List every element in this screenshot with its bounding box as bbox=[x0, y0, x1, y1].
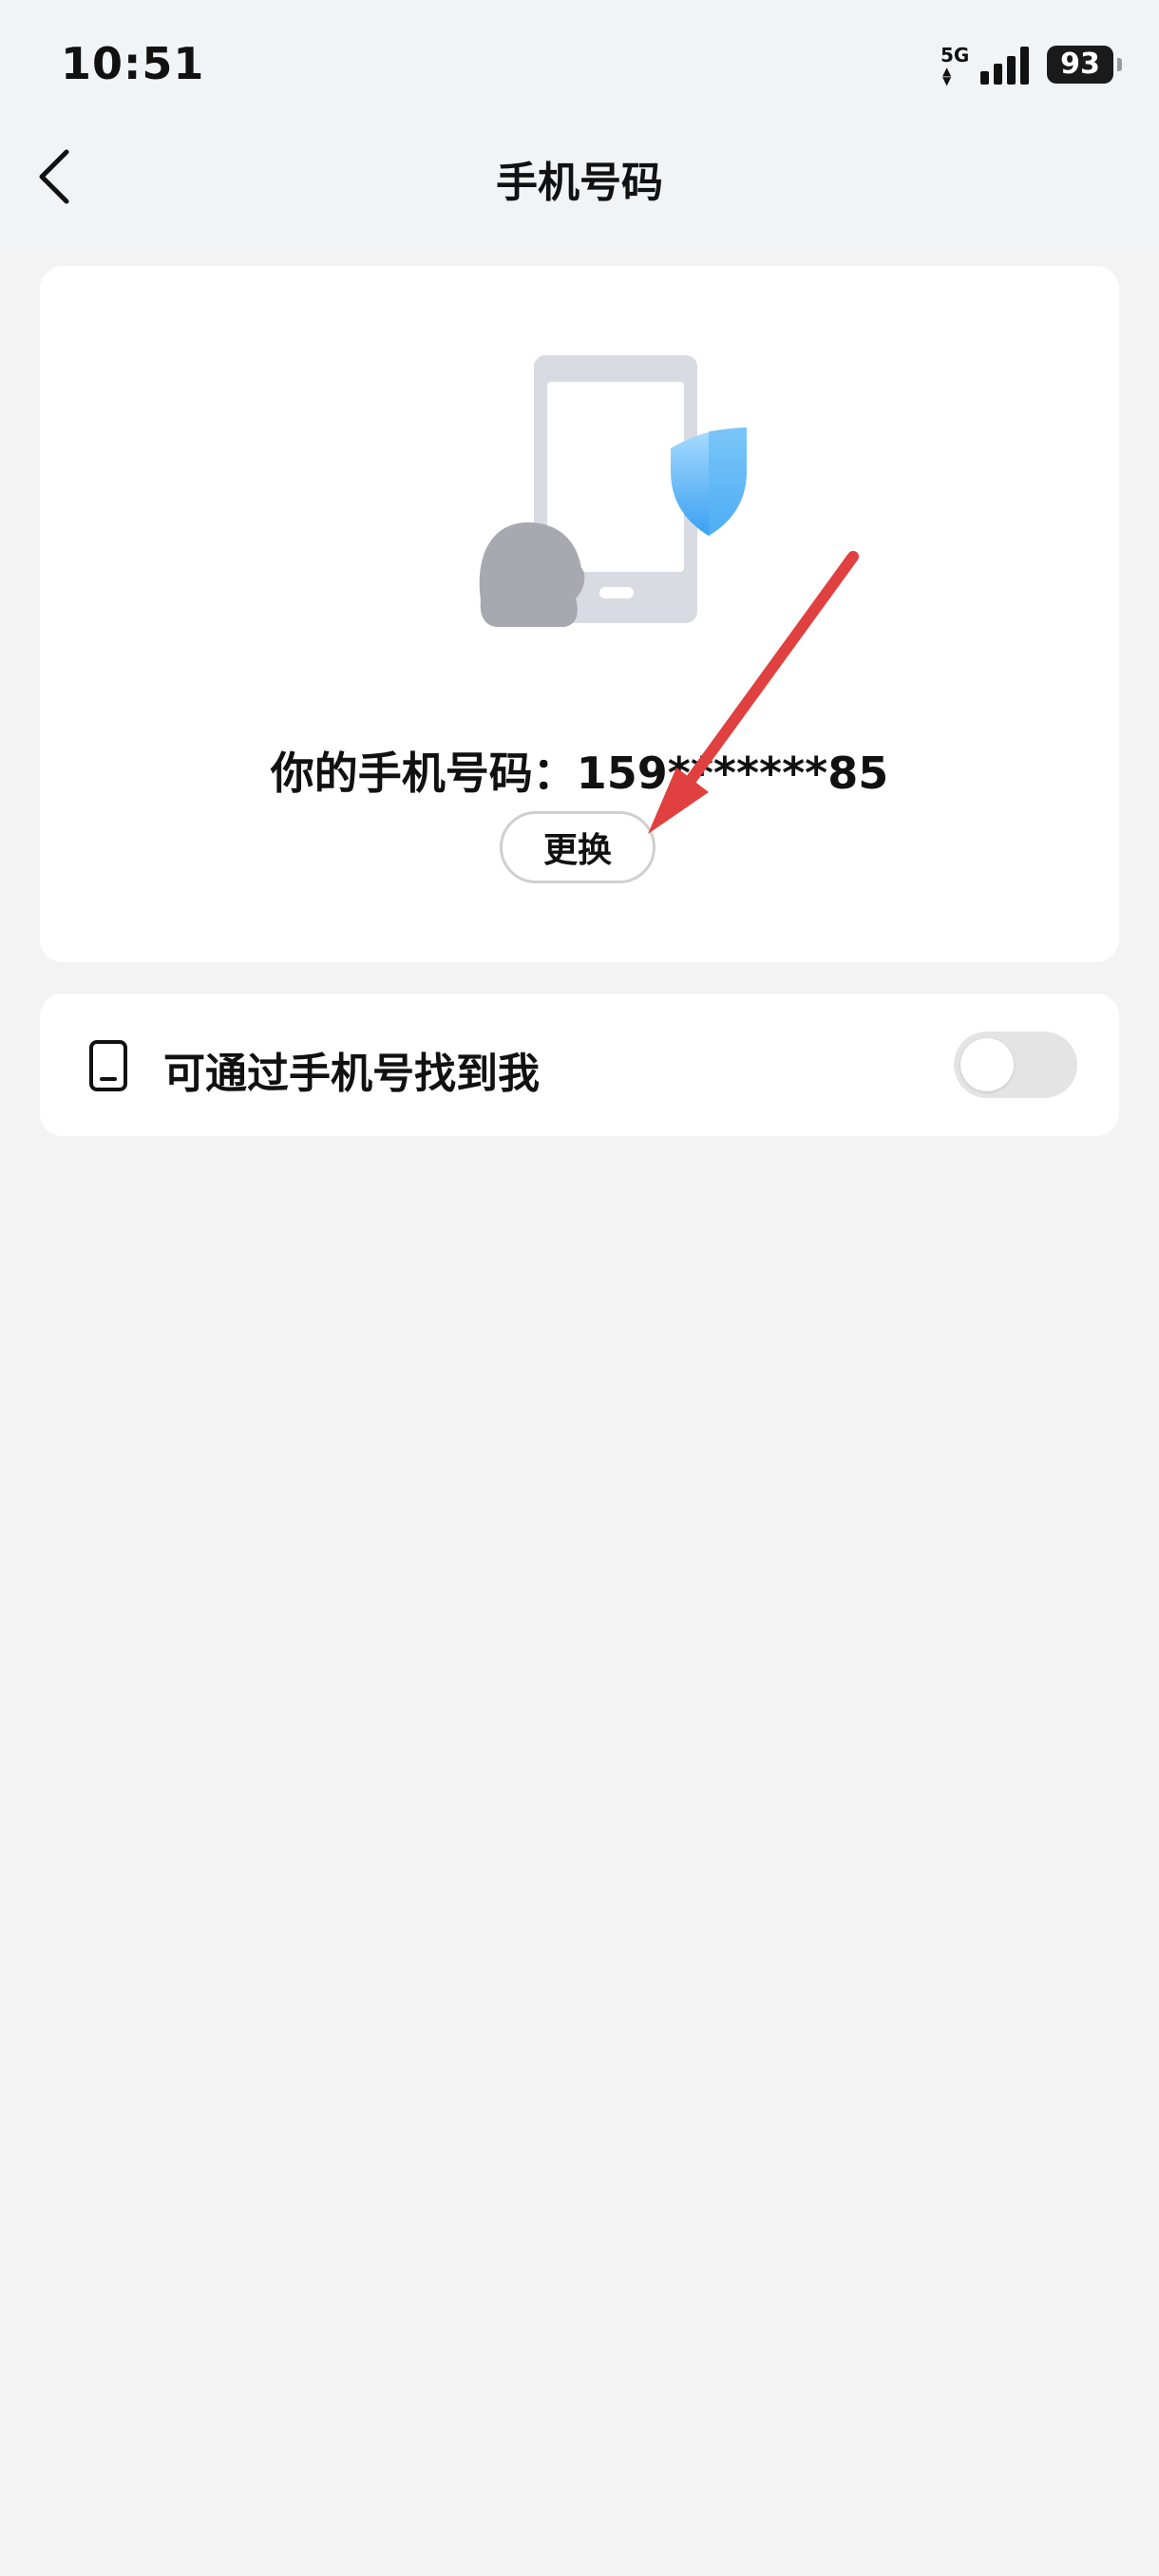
top-bar: 10:51 5G ▲ ▼ 93 手机号码 bbox=[0, 0, 1159, 245]
toggle-knob bbox=[960, 1038, 1014, 1091]
status-time: 10:51 bbox=[61, 38, 205, 89]
phone-number-card: 你的手机号码：159*******85 更换 bbox=[40, 266, 1119, 962]
status-indicators: 5G ▲ ▼ 93 bbox=[940, 42, 1122, 87]
change-number-button[interactable]: 更换 bbox=[500, 811, 656, 883]
signal-icon bbox=[980, 45, 1034, 85]
data-activity-icon: ▲ ▼ bbox=[942, 65, 952, 87]
page-title: 手机号码 bbox=[496, 159, 663, 207]
battery-level: 93 bbox=[1060, 47, 1100, 81]
phone-icon bbox=[89, 1040, 127, 1091]
battery-icon: 93 bbox=[1047, 46, 1122, 84]
phone-number-text: 你的手机号码：159*******85 bbox=[270, 748, 889, 799]
network-type-label: 5G bbox=[940, 44, 970, 66]
find-by-phone-toggle[interactable] bbox=[954, 1032, 1077, 1098]
find-by-phone-row: 可通过手机号找到我 bbox=[40, 994, 1119, 1136]
find-by-phone-label: 可通过手机号找到我 bbox=[163, 1050, 540, 1098]
phone-shield-penguin-illustration bbox=[479, 355, 747, 627]
network-indicator: 5G ▲ ▼ bbox=[940, 42, 977, 87]
